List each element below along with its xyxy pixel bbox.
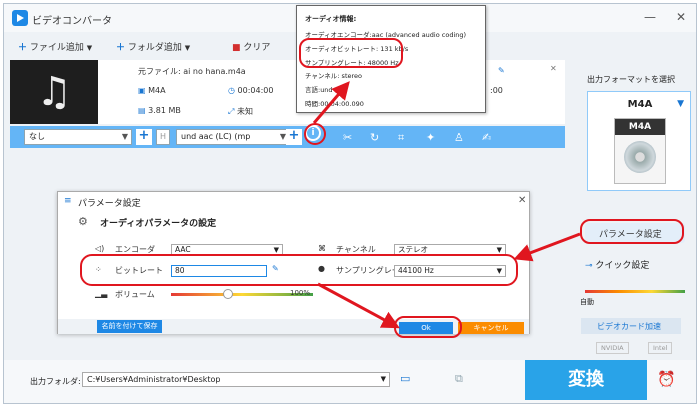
arrow-button-to-dialog (513, 232, 581, 262)
arrow-rows-to-ok (317, 282, 400, 329)
annotation-arrows (312, 81, 581, 329)
arrow-info-to-popup (312, 81, 350, 124)
